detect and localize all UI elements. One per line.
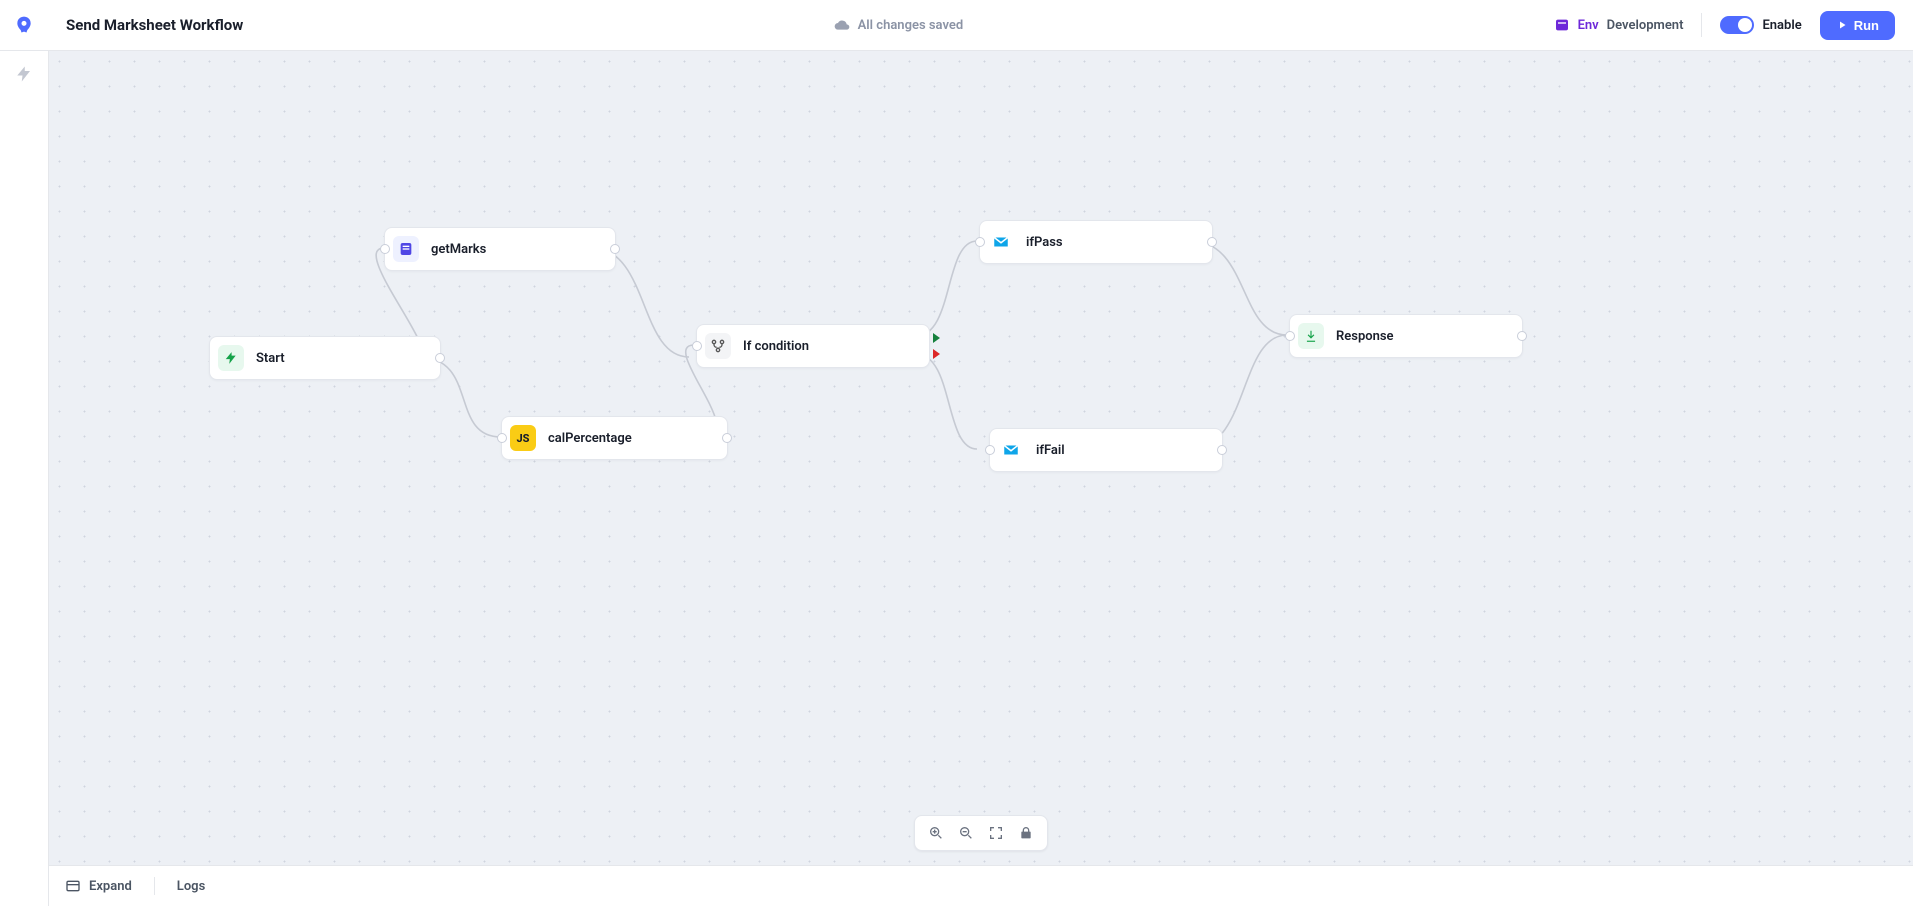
play-icon bbox=[1836, 19, 1848, 31]
node-response[interactable]: Response bbox=[1289, 314, 1523, 358]
canvas-background bbox=[49, 51, 1913, 865]
page-title: Send Marksheet Workflow bbox=[66, 16, 243, 34]
env-icon bbox=[1554, 17, 1570, 33]
node-output-handle[interactable] bbox=[722, 433, 732, 443]
node-input-handle[interactable] bbox=[1285, 331, 1295, 341]
fullscreen-icon bbox=[988, 825, 1004, 841]
expand-icon bbox=[65, 878, 81, 894]
javascript-icon: JS bbox=[510, 425, 536, 451]
enable-toggle[interactable]: Enable bbox=[1720, 16, 1801, 34]
expand-label: Expand bbox=[89, 879, 132, 894]
bottom-divider bbox=[154, 877, 155, 895]
env-value: Development bbox=[1607, 18, 1684, 33]
node-label: Response bbox=[1336, 329, 1394, 344]
zoom-in-button[interactable] bbox=[925, 822, 947, 844]
canvas-wrap: Start getMarks JS calPercentage bbox=[49, 51, 1913, 906]
env-selector[interactable]: Env Development bbox=[1554, 17, 1684, 33]
node-label: ifPass bbox=[1026, 235, 1063, 250]
node-input-handle[interactable] bbox=[975, 237, 985, 247]
header-left: Send Marksheet Workflow bbox=[0, 15, 243, 35]
run-label: Run bbox=[1854, 18, 1879, 33]
node-calpercentage[interactable]: JS calPercentage bbox=[501, 416, 728, 460]
run-button[interactable]: Run bbox=[1820, 11, 1895, 40]
node-output-handle[interactable] bbox=[1517, 331, 1527, 341]
workflow-canvas[interactable]: Start getMarks JS calPercentage bbox=[49, 51, 1913, 865]
app-body: Start getMarks JS calPercentage bbox=[0, 51, 1913, 906]
node-input-handle[interactable] bbox=[380, 244, 390, 254]
node-label: calPercentage bbox=[548, 431, 632, 446]
node-iffail[interactable]: ifFail bbox=[989, 428, 1223, 472]
zoom-in-icon bbox=[928, 825, 944, 841]
save-status: All changes saved bbox=[255, 17, 1541, 33]
bottom-bar: Expand Logs bbox=[49, 865, 1913, 906]
node-if-condition[interactable]: If condition bbox=[696, 324, 930, 368]
canvas-controls bbox=[914, 815, 1048, 851]
logs-label: Logs bbox=[177, 879, 205, 894]
cloud-icon bbox=[834, 17, 850, 33]
lock-icon bbox=[1018, 825, 1034, 841]
expand-button[interactable]: Expand bbox=[65, 878, 132, 894]
node-label: Start bbox=[256, 351, 285, 366]
logs-button[interactable]: Logs bbox=[177, 879, 205, 894]
mail-icon bbox=[988, 229, 1014, 255]
node-output-handle[interactable] bbox=[1217, 445, 1227, 455]
side-item-workflows[interactable] bbox=[15, 65, 33, 87]
node-start[interactable]: Start bbox=[209, 336, 441, 380]
node-getmarks[interactable]: getMarks bbox=[384, 227, 616, 271]
node-output-handle[interactable] bbox=[435, 353, 445, 363]
lock-button[interactable] bbox=[1015, 822, 1037, 844]
rocket-icon bbox=[14, 15, 34, 35]
node-ifpass[interactable]: ifPass bbox=[979, 220, 1213, 264]
branch-icon bbox=[705, 333, 731, 359]
env-label: Env bbox=[1578, 18, 1599, 33]
app-header: Send Marksheet Workflow All changes save… bbox=[0, 0, 1913, 51]
node-input-handle[interactable] bbox=[985, 445, 995, 455]
bolt-icon bbox=[15, 65, 33, 83]
save-status-text: All changes saved bbox=[858, 18, 964, 33]
app-logo[interactable] bbox=[0, 15, 48, 35]
node-input-handle[interactable] bbox=[692, 341, 702, 351]
node-label: ifFail bbox=[1036, 443, 1065, 458]
header-right: Env Development Enable Run bbox=[1554, 11, 1895, 40]
side-rail bbox=[0, 51, 49, 906]
sheets-icon bbox=[393, 236, 419, 262]
node-input-handle[interactable] bbox=[497, 433, 507, 443]
mail-icon bbox=[998, 437, 1024, 463]
true-output-icon[interactable] bbox=[933, 333, 940, 343]
zoom-out-icon bbox=[958, 825, 974, 841]
node-label: If condition bbox=[743, 339, 809, 354]
node-output-handle[interactable] bbox=[610, 244, 620, 254]
false-output-icon[interactable] bbox=[933, 349, 940, 359]
response-icon bbox=[1298, 323, 1324, 349]
fit-view-button[interactable] bbox=[985, 822, 1007, 844]
node-label: getMarks bbox=[431, 242, 486, 257]
enable-label: Enable bbox=[1762, 18, 1801, 33]
toggle-switch-icon bbox=[1720, 16, 1754, 34]
bolt-icon bbox=[218, 345, 244, 371]
header-divider bbox=[1701, 13, 1702, 37]
zoom-out-button[interactable] bbox=[955, 822, 977, 844]
node-output-handle[interactable] bbox=[1207, 237, 1217, 247]
